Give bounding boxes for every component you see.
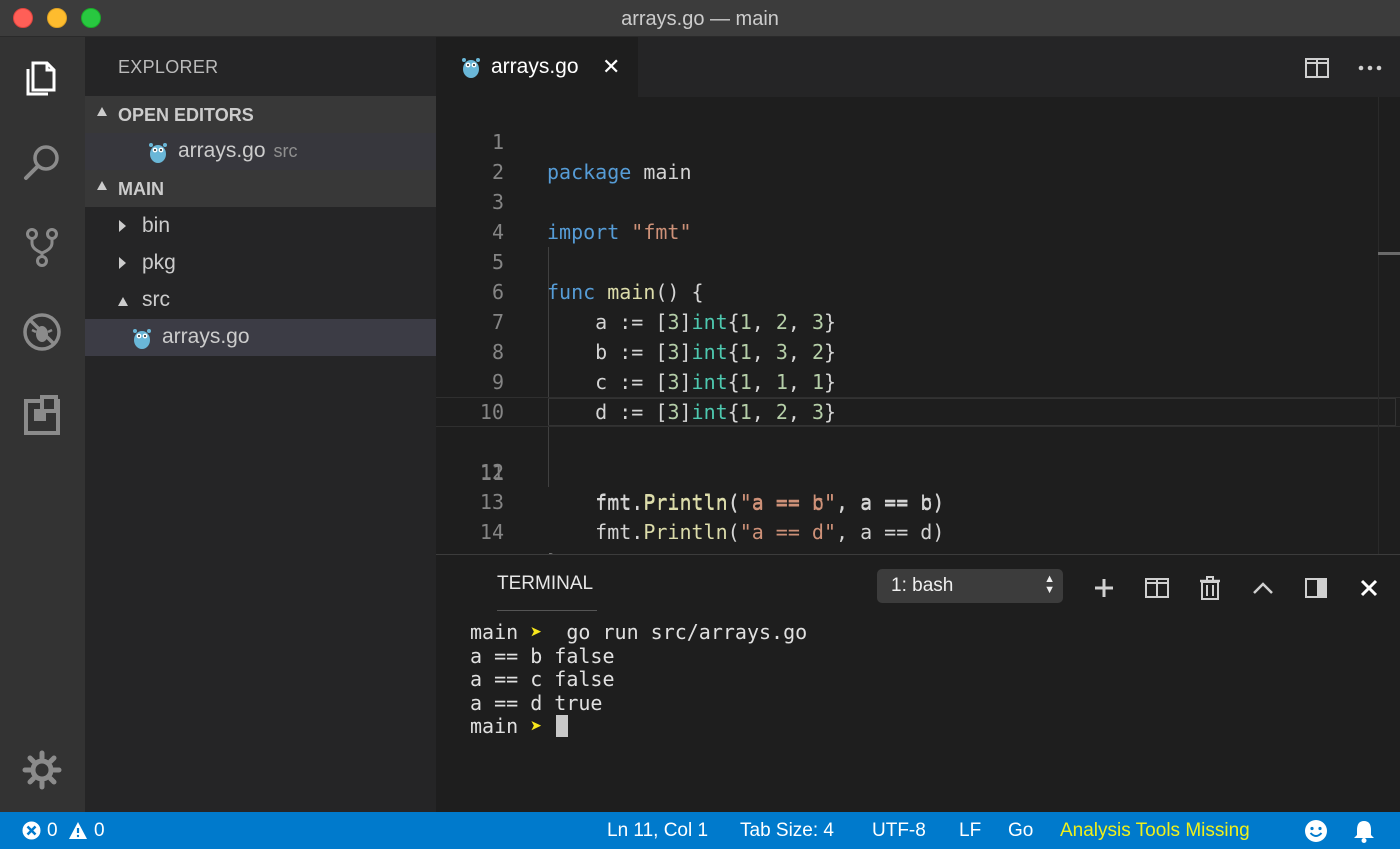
panel-layout-icon[interactable]: [1303, 575, 1329, 601]
more-actions-icon[interactable]: [1357, 55, 1383, 81]
code-line: 3 import "fmt": [436, 157, 1400, 244]
code-line: 5 func main() {: [436, 217, 1400, 304]
split-editor-icon[interactable]: [1304, 55, 1330, 81]
prompt-dir: main: [470, 620, 519, 644]
code-line: 14 }: [436, 487, 1400, 554]
open-editor-filename: arrays.go: [178, 139, 266, 162]
status-bar: 0 0 Ln 11, Col 1 Tab Size: 4 UTF-8 LF Go…: [0, 812, 1400, 849]
chevron-down-icon: [118, 297, 128, 306]
terminal-output-line: a == c false: [470, 667, 615, 691]
cursor-position[interactable]: Ln 11, Col 1: [607, 820, 708, 842]
tree-item-pkg[interactable]: pkg: [85, 245, 436, 282]
add-icon[interactable]: [1091, 575, 1117, 601]
terminal-output-line: a == b false: [470, 643, 615, 668]
sidebar-title: EXPLORER: [118, 57, 219, 77]
go-file-icon: [133, 329, 151, 349]
terminal-output-line: a == d true: [470, 690, 603, 715]
open-editors-header[interactable]: OPEN EDITORS: [85, 96, 436, 133]
extensions-icon[interactable]: [18, 393, 66, 441]
code-line: 4: [436, 187, 1400, 244]
window-title: arrays.go — main: [621, 8, 779, 30]
debug-icon[interactable]: [18, 308, 66, 356]
current-code-line: 11 fmt.Println("a == b", a == b): [436, 397, 1400, 515]
select-arrows-icon: ▲ ▼: [1044, 573, 1055, 596]
tree-item-arrays-go[interactable]: arrays.go: [85, 319, 436, 356]
chevron-up-icon[interactable]: [1250, 575, 1276, 601]
code-line: 2: [436, 127, 1400, 184]
code-line: 10: [436, 367, 1400, 424]
gear-icon[interactable]: [18, 746, 66, 794]
code-line: 9 d := [3]int{1, 2, 3}: [436, 337, 1400, 424]
tab-arrays-go[interactable]: arrays.go ✕: [436, 37, 638, 97]
editor-tab-bar: arrays.go ✕: [436, 37, 1400, 97]
warning-count[interactable]: 0: [94, 820, 105, 842]
trash-icon[interactable]: [1197, 575, 1223, 601]
prompt-arrow: ➤: [530, 620, 543, 644]
code-line: 6 a := [3]int{1, 2, 3}: [436, 247, 1400, 334]
close-icon[interactable]: ✕: [602, 54, 620, 80]
code-line: 8 c := [3]int{1, 1, 1}: [436, 307, 1400, 394]
current-line-highlight: [548, 398, 1396, 426]
language-mode[interactable]: Go: [1008, 820, 1033, 842]
tab-terminal[interactable]: TERMINAL: [497, 573, 597, 611]
terminal-selector[interactable]: 1: bash ▲ ▼: [877, 569, 1063, 603]
bell-icon[interactable]: [1353, 819, 1375, 843]
warning-icon[interactable]: [68, 821, 88, 840]
open-editor-item[interactable]: arrays.go src: [85, 133, 436, 170]
chevron-right-icon: [119, 220, 126, 232]
code-line: 1 package main: [436, 97, 1400, 184]
explorer-icon[interactable]: [18, 53, 66, 101]
prompt-dir: main: [470, 714, 519, 738]
code-line: 12 fmt.Println("a == c", a == c): [436, 427, 1400, 514]
code-line: 13 fmt.Println("a == d", a == d): [436, 457, 1400, 544]
terminal-panel: TERMINAL 1: bash ▲ ▼ main ➤ go run src/ar…: [436, 554, 1400, 812]
prompt-arrow: ➤: [530, 714, 543, 738]
chevron-down-icon: [97, 107, 107, 116]
go-file-icon: [462, 58, 480, 78]
terminal-output[interactable]: main ➤ go run src/arrays.go a == b false…: [470, 620, 808, 739]
encoding[interactable]: UTF-8: [872, 820, 926, 842]
chevron-right-icon: [119, 257, 126, 269]
search-icon[interactable]: [18, 138, 66, 186]
activity-bar: [0, 37, 85, 812]
tab-label: arrays.go: [491, 55, 579, 78]
line-number: 15: [436, 547, 504, 554]
code-line: 15: [436, 517, 1400, 554]
tree-item-bin[interactable]: bin: [85, 208, 436, 245]
scrollbar-cursor-marker: [1378, 252, 1400, 255]
explorer-sidebar: EXPLORER OPEN EDITORS arrays.go src MAIN …: [85, 37, 436, 812]
open-editor-dir: src: [273, 141, 298, 161]
code-line: 7 b := [3]int{1, 3, 2}: [436, 277, 1400, 364]
error-count[interactable]: 0: [47, 820, 58, 842]
analysis-tools-warning[interactable]: Analysis Tools Missing: [1060, 820, 1250, 842]
source-control-icon[interactable]: [18, 223, 66, 271]
smiley-feedback-icon[interactable]: [1304, 819, 1328, 843]
close-icon[interactable]: [1356, 575, 1382, 601]
chevron-down-icon: [97, 181, 107, 190]
tab-size[interactable]: Tab Size: 4: [740, 820, 834, 842]
terminal-cursor: [556, 715, 569, 737]
line-ending[interactable]: LF: [959, 820, 981, 842]
error-icon[interactable]: [22, 821, 41, 840]
terminal-command: go run src/arrays.go: [566, 620, 808, 644]
tree-item-src[interactable]: src: [85, 282, 436, 319]
code-editor[interactable]: 1 package main 2 3 import "fmt" 4 5 func…: [436, 97, 1400, 554]
editor-scrollbar[interactable]: [1378, 97, 1400, 554]
go-file-icon: [149, 143, 167, 163]
split-icon[interactable]: [1144, 575, 1170, 601]
main-folder-header[interactable]: MAIN: [85, 170, 436, 207]
title-bar: arrays.go — main: [0, 0, 1400, 37]
